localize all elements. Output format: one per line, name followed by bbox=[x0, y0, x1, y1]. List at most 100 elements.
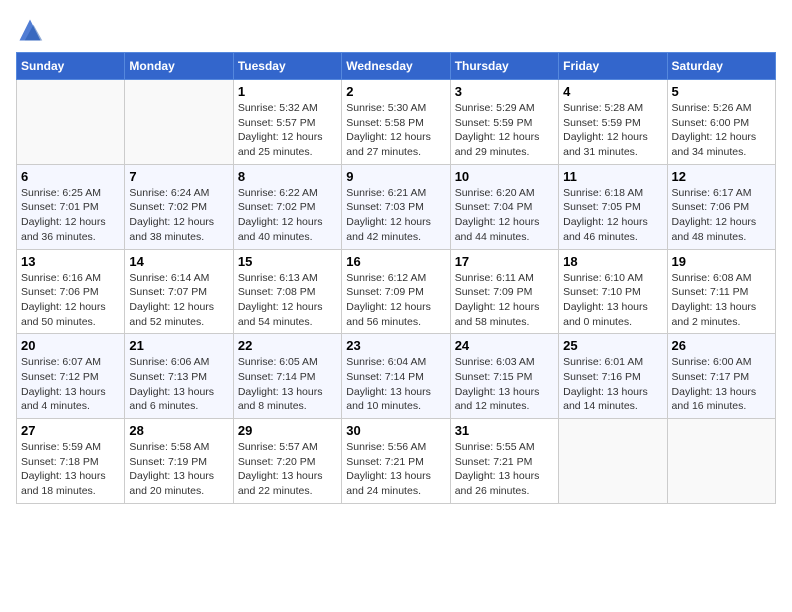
calendar-header-row: SundayMondayTuesdayWednesdayThursdayFrid… bbox=[17, 53, 776, 80]
day-number: 7 bbox=[129, 169, 228, 184]
calendar-cell: 24 Sunrise: 6:03 AMSunset: 7:15 PMDayligh… bbox=[450, 334, 558, 419]
calendar-cell: 22Sunrise: 6:05 AMSunset: 7:14 PMDayligh… bbox=[233, 334, 341, 419]
calendar-cell: 4Sunrise: 5:28 AMSunset: 5:59 PMDaylight… bbox=[559, 80, 667, 165]
day-info: Sunrise: 6:20 AMSunset: 7:04 PMDaylight:… bbox=[455, 186, 554, 245]
calendar-cell bbox=[125, 80, 233, 165]
day-number: 18 bbox=[563, 254, 662, 269]
calendar-cell: 1Sunrise: 5:32 AMSunset: 5:57 PMDaylight… bbox=[233, 80, 341, 165]
day-info: Sunrise: 6:12 AMSunset: 7:09 PMDaylight:… bbox=[346, 271, 445, 330]
day-number: 28 bbox=[129, 423, 228, 438]
page-header bbox=[16, 16, 776, 44]
day-number: 10 bbox=[455, 169, 554, 184]
day-info: Sunrise: 5:30 AMSunset: 5:58 PMDaylight:… bbox=[346, 101, 445, 160]
day-info: Sunrise: 6:14 AMSunset: 7:07 PMDaylight:… bbox=[129, 271, 228, 330]
calendar-cell: 23 Sunrise: 6:04 AMSunset: 7:14 PMDayligh… bbox=[342, 334, 450, 419]
day-info: Sunrise: 5:56 AMSunset: 7:21 PMDaylight:… bbox=[346, 440, 445, 499]
calendar-cell: 27Sunrise: 5:59 AMSunset: 7:18 PMDayligh… bbox=[17, 419, 125, 504]
calendar-cell: 16 Sunrise: 6:12 AMSunset: 7:09 PMDayligh… bbox=[342, 249, 450, 334]
calendar-cell: 28 Sunrise: 5:58 AMSunset: 7:19 PMDayligh… bbox=[125, 419, 233, 504]
day-info: Sunrise: 6:17 AMSunset: 7:06 PMDaylight:… bbox=[672, 186, 771, 245]
day-number: 22 bbox=[238, 338, 337, 353]
calendar-cell: 29 Sunrise: 5:57 AMSunset: 7:20 PMDayligh… bbox=[233, 419, 341, 504]
calendar-table: SundayMondayTuesdayWednesdayThursdayFrid… bbox=[16, 52, 776, 504]
calendar-cell: 9Sunrise: 6:21 AMSunset: 7:03 PMDaylight… bbox=[342, 164, 450, 249]
day-info: Sunrise: 5:55 AMSunset: 7:21 PMDaylight:… bbox=[455, 440, 554, 499]
day-info: Sunrise: 5:32 AMSunset: 5:57 PMDaylight:… bbox=[238, 101, 337, 160]
day-info: Sunrise: 6:11 AMSunset: 7:09 PMDaylight:… bbox=[455, 271, 554, 330]
day-number: 31 bbox=[455, 423, 554, 438]
calendar-cell: 3 Sunrise: 5:29 AMSunset: 5:59 PMDaylight… bbox=[450, 80, 558, 165]
day-number: 13 bbox=[21, 254, 120, 269]
calendar-cell bbox=[17, 80, 125, 165]
calendar-cell: 12Sunrise: 6:17 AMSunset: 7:06 PMDayligh… bbox=[667, 164, 775, 249]
calendar-week-row: 13 Sunrise: 6:16 AMSunset: 7:06 PMDayligh… bbox=[17, 249, 776, 334]
calendar-cell bbox=[667, 419, 775, 504]
calendar-cell: 2 Sunrise: 5:30 AMSunset: 5:58 PMDaylight… bbox=[342, 80, 450, 165]
day-info: Sunrise: 6:13 AMSunset: 7:08 PMDaylight:… bbox=[238, 271, 337, 330]
calendar-week-row: 20Sunrise: 6:07 AMSunset: 7:12 PMDayligh… bbox=[17, 334, 776, 419]
calendar-cell bbox=[559, 419, 667, 504]
day-info: Sunrise: 6:06 AMSunset: 7:13 PMDaylight:… bbox=[129, 355, 228, 414]
weekday-header: Tuesday bbox=[233, 53, 341, 80]
day-info: Sunrise: 6:21 AMSunset: 7:03 PMDaylight:… bbox=[346, 186, 445, 245]
calendar-cell: 7 Sunrise: 6:24 AMSunset: 7:02 PMDaylight… bbox=[125, 164, 233, 249]
day-info: Sunrise: 5:58 AMSunset: 7:19 PMDaylight:… bbox=[129, 440, 228, 499]
calendar-cell: 15Sunrise: 6:13 AMSunset: 7:08 PMDayligh… bbox=[233, 249, 341, 334]
day-number: 25 bbox=[563, 338, 662, 353]
day-number: 16 bbox=[346, 254, 445, 269]
logo-icon bbox=[16, 16, 44, 44]
calendar-cell: 11 Sunrise: 6:18 AMSunset: 7:05 PMDayligh… bbox=[559, 164, 667, 249]
day-info: Sunrise: 6:08 AMSunset: 7:11 PMDaylight:… bbox=[672, 271, 771, 330]
day-number: 24 bbox=[455, 338, 554, 353]
weekday-header: Saturday bbox=[667, 53, 775, 80]
day-number: 27 bbox=[21, 423, 120, 438]
day-info: Sunrise: 6:24 AMSunset: 7:02 PMDaylight:… bbox=[129, 186, 228, 245]
day-number: 4 bbox=[563, 84, 662, 99]
day-number: 6 bbox=[21, 169, 120, 184]
day-info: Sunrise: 6:03 AMSunset: 7:15 PMDaylight:… bbox=[455, 355, 554, 414]
weekday-header: Sunday bbox=[17, 53, 125, 80]
day-info: Sunrise: 6:16 AMSunset: 7:06 PMDaylight:… bbox=[21, 271, 120, 330]
day-info: Sunrise: 6:01 AMSunset: 7:16 PMDaylight:… bbox=[563, 355, 662, 414]
calendar-week-row: 1Sunrise: 5:32 AMSunset: 5:57 PMDaylight… bbox=[17, 80, 776, 165]
calendar-cell: 13 Sunrise: 6:16 AMSunset: 7:06 PMDayligh… bbox=[17, 249, 125, 334]
day-number: 3 bbox=[455, 84, 554, 99]
calendar-cell: 20Sunrise: 6:07 AMSunset: 7:12 PMDayligh… bbox=[17, 334, 125, 419]
calendar-cell: 19 Sunrise: 6:08 AMSunset: 7:11 PMDayligh… bbox=[667, 249, 775, 334]
weekday-header: Monday bbox=[125, 53, 233, 80]
day-number: 8 bbox=[238, 169, 337, 184]
calendar-cell: 14 Sunrise: 6:14 AMSunset: 7:07 PMDayligh… bbox=[125, 249, 233, 334]
calendar-cell: 10 Sunrise: 6:20 AMSunset: 7:04 PMDayligh… bbox=[450, 164, 558, 249]
calendar-week-row: 6 Sunrise: 6:25 AMSunset: 7:01 PMDaylight… bbox=[17, 164, 776, 249]
day-number: 29 bbox=[238, 423, 337, 438]
day-number: 11 bbox=[563, 169, 662, 184]
calendar-cell: 8 Sunrise: 6:22 AMSunset: 7:02 PMDaylight… bbox=[233, 164, 341, 249]
day-number: 2 bbox=[346, 84, 445, 99]
day-info: Sunrise: 5:26 AMSunset: 6:00 PMDaylight:… bbox=[672, 101, 771, 160]
day-info: Sunrise: 6:22 AMSunset: 7:02 PMDaylight:… bbox=[238, 186, 337, 245]
calendar-cell: 30Sunrise: 5:56 AMSunset: 7:21 PMDayligh… bbox=[342, 419, 450, 504]
calendar-cell: 25 Sunrise: 6:01 AMSunset: 7:16 PMDayligh… bbox=[559, 334, 667, 419]
day-number: 5 bbox=[672, 84, 771, 99]
calendar-week-row: 27Sunrise: 5:59 AMSunset: 7:18 PMDayligh… bbox=[17, 419, 776, 504]
day-number: 17 bbox=[455, 254, 554, 269]
day-info: Sunrise: 6:18 AMSunset: 7:05 PMDaylight:… bbox=[563, 186, 662, 245]
day-info: Sunrise: 5:29 AMSunset: 5:59 PMDaylight:… bbox=[455, 101, 554, 160]
day-info: Sunrise: 6:25 AMSunset: 7:01 PMDaylight:… bbox=[21, 186, 120, 245]
day-info: Sunrise: 5:57 AMSunset: 7:20 PMDaylight:… bbox=[238, 440, 337, 499]
calendar-cell: 31 Sunrise: 5:55 AMSunset: 7:21 PMDayligh… bbox=[450, 419, 558, 504]
day-number: 14 bbox=[129, 254, 228, 269]
calendar-cell: 26Sunrise: 6:00 AMSunset: 7:17 PMDayligh… bbox=[667, 334, 775, 419]
weekday-header: Friday bbox=[559, 53, 667, 80]
day-number: 23 bbox=[346, 338, 445, 353]
day-info: Sunrise: 6:04 AMSunset: 7:14 PMDaylight:… bbox=[346, 355, 445, 414]
day-number: 19 bbox=[672, 254, 771, 269]
day-info: Sunrise: 6:10 AMSunset: 7:10 PMDaylight:… bbox=[563, 271, 662, 330]
calendar-cell: 5 Sunrise: 5:26 AMSunset: 6:00 PMDaylight… bbox=[667, 80, 775, 165]
day-number: 20 bbox=[21, 338, 120, 353]
calendar-cell: 17 Sunrise: 6:11 AMSunset: 7:09 PMDayligh… bbox=[450, 249, 558, 334]
calendar-cell: 21 Sunrise: 6:06 AMSunset: 7:13 PMDayligh… bbox=[125, 334, 233, 419]
calendar-cell: 6 Sunrise: 6:25 AMSunset: 7:01 PMDaylight… bbox=[17, 164, 125, 249]
calendar-cell: 18 Sunrise: 6:10 AMSunset: 7:10 PMDayligh… bbox=[559, 249, 667, 334]
day-number: 21 bbox=[129, 338, 228, 353]
